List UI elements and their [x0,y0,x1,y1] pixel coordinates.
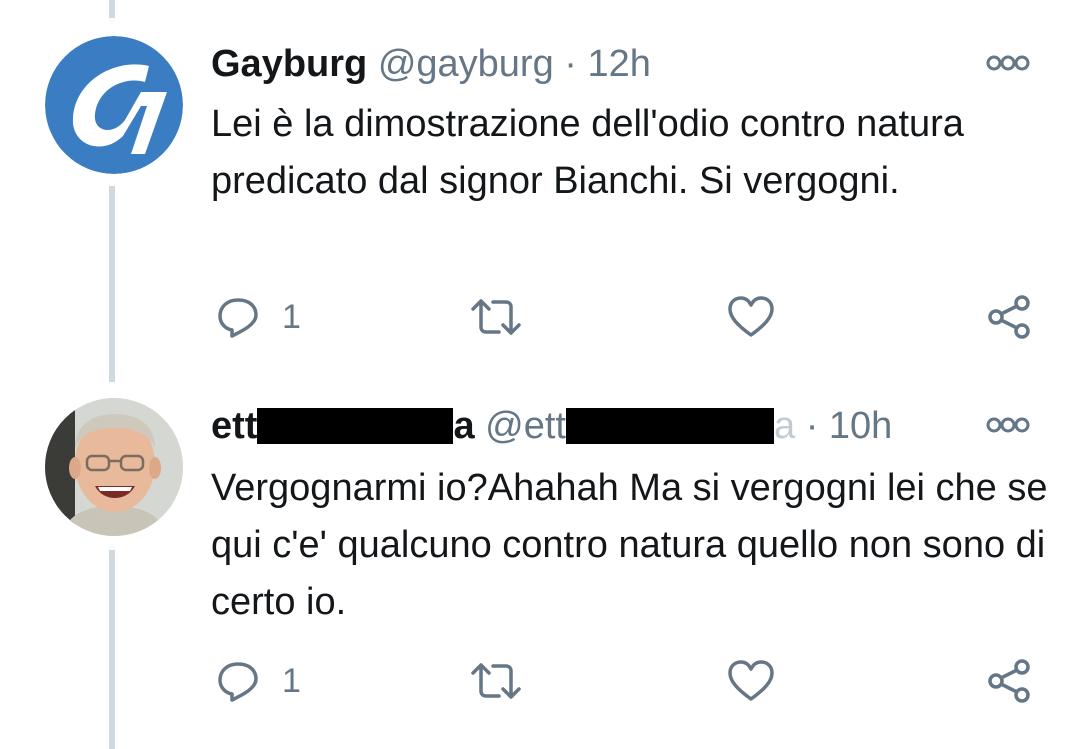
display-name-end: a [453,405,475,447]
retweet-icon [471,299,521,335]
share-icon [988,295,1030,339]
more-options-icon [986,55,1030,71]
separator-dot: · [564,43,577,85]
more-options-button[interactable] [985,415,1031,435]
share-button[interactable] [986,656,1032,706]
more-options-button[interactable] [985,53,1031,73]
timestamp[interactable]: 12h [588,43,651,85]
heart-icon [728,660,774,701]
handle-end: a [773,405,796,447]
timestamp[interactable]: 10h [829,405,892,447]
reply-icon [218,662,258,702]
tweet-actions: 1 [211,656,1041,706]
tweet-header: ett a @ett a · 10h [211,404,892,448]
handle-start: @ett [485,405,566,447]
handle[interactable]: @gayburg [378,43,554,85]
tweet-reply[interactable]: ett a @ett a · 10h Vergognarmi io?Ahahah M… [0,380,1079,749]
display-name[interactable]: ett a [211,405,475,447]
reply-button[interactable]: 1 [216,656,301,706]
like-button[interactable] [727,292,775,342]
tweet-actions: 1 [211,292,1041,342]
avatar-user[interactable] [45,398,183,536]
heart-icon [728,296,774,337]
gayburg-logo-icon [45,36,183,174]
like-button[interactable] [727,656,775,706]
share-icon [988,659,1030,703]
user-photo [45,398,183,536]
more-options-icon [986,417,1030,433]
reply-button[interactable]: 1 [216,292,301,342]
redaction-bar [565,408,774,444]
retweet-button[interactable] [469,656,523,706]
reply-count: 1 [282,297,301,336]
reply-icon [218,298,258,338]
tweet-header: Gayburg @gayburg · 12h [211,42,651,86]
redaction-bar [257,408,454,444]
tweet-gayburg[interactable]: Gayburg @gayburg · 12h Lei è la dimostra… [0,0,1079,380]
tweet-text: Vergognarmi io?Ahahah Ma si vergogni lei… [211,467,1048,623]
separator-dot: · [805,405,819,447]
avatar-gayburg[interactable] [45,36,183,174]
handle[interactable]: @ett a [485,405,795,447]
tweet-text: Lei è la dimostrazione dell'odio contro … [211,103,964,202]
display-name[interactable]: Gayburg [211,43,367,85]
share-button[interactable] [986,292,1032,342]
display-name-start: ett [211,405,258,447]
retweet-icon [471,663,521,699]
reply-count: 1 [282,661,301,700]
retweet-button[interactable] [469,292,523,342]
